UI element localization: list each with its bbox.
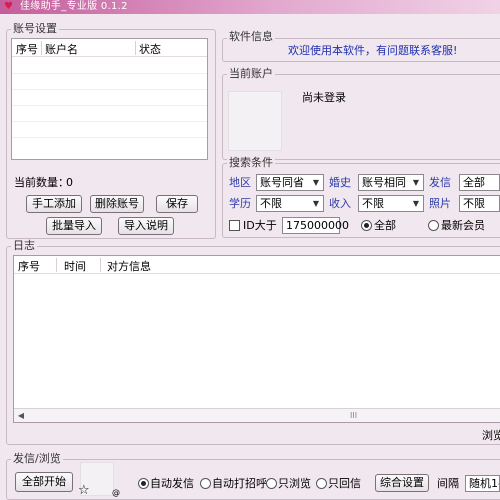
- current-count-value: 0: [66, 176, 73, 189]
- radio-auto-send[interactable]: [138, 478, 149, 489]
- window-title: 佳缘助手_专业版 0.1.2: [20, 1, 128, 12]
- radio-browse-only-label: 只浏览: [278, 477, 311, 490]
- id-filter-checkbox[interactable]: [229, 220, 240, 231]
- education-label: 学历: [229, 197, 251, 210]
- current-count-label: 当前数量：: [14, 176, 69, 189]
- radio-newest-label: 最新会员: [441, 219, 485, 232]
- import-help-button[interactable]: 导入说明: [118, 217, 174, 235]
- title-bar[interactable]: ♥ 佳缘助手_专业版 0.1.2: [0, 0, 500, 14]
- send-label: 发信: [429, 176, 451, 189]
- log-horizontal-scrollbar[interactable]: ◀ III: [14, 408, 500, 422]
- login-status: 尚未登录: [302, 91, 346, 104]
- column-index[interactable]: 序号: [18, 258, 40, 274]
- column-peer-info[interactable]: 对方信息: [107, 258, 151, 274]
- current-account-title: 当前账户: [227, 67, 275, 80]
- radio-auto-greet-label: 自动打招呼: [212, 477, 267, 490]
- account-list[interactable]: 序号 账户名 状态: [11, 38, 208, 160]
- income-select[interactable]: 不限 ▼: [358, 195, 424, 212]
- send-select[interactable]: 全部: [459, 174, 500, 191]
- delete-account-button[interactable]: 删除账号: [90, 195, 144, 213]
- software-info-title: 软件信息: [227, 30, 275, 43]
- column-separator: [135, 41, 136, 55]
- marriage-select[interactable]: 账号相同 ▼: [358, 174, 424, 191]
- radio-all-label: 全部: [374, 219, 396, 232]
- chevron-down-icon[interactable]: ▼: [409, 175, 423, 190]
- interval-label: 间隔: [437, 477, 459, 490]
- interval-value: 随机1-: [469, 477, 500, 490]
- radio-reply-only[interactable]: [316, 478, 327, 489]
- save-button[interactable]: 保存: [156, 195, 198, 213]
- radio-browse-only[interactable]: [266, 478, 277, 489]
- at-icon: @: [112, 488, 120, 497]
- send-value: 全部: [463, 176, 485, 189]
- photo-label: 照片: [429, 197, 451, 210]
- region-select[interactable]: 账号同省 ▼: [256, 174, 324, 191]
- scroll-left-arrow-icon[interactable]: ◀: [14, 409, 28, 422]
- radio-newest-members[interactable]: [428, 220, 439, 231]
- marriage-value: 账号相同: [362, 176, 406, 189]
- chevron-down-icon[interactable]: ▼: [309, 175, 323, 190]
- general-settings-button[interactable]: 综合设置: [375, 474, 429, 492]
- column-time[interactable]: 时间: [64, 258, 86, 274]
- log-title: 日志: [11, 239, 37, 252]
- star-icon[interactable]: ☆: [78, 484, 90, 497]
- region-value: 账号同省: [260, 176, 304, 189]
- row-line: [12, 73, 207, 74]
- search-conditions-title: 搜索条件: [227, 156, 275, 169]
- region-label: 地区: [229, 176, 251, 189]
- education-select[interactable]: 不限 ▼: [256, 195, 324, 212]
- column-separator: [56, 258, 57, 272]
- send-browse-title: 发信/浏览: [11, 452, 63, 465]
- income-label: 收入: [329, 197, 351, 210]
- log-list[interactable]: 序号 时间 对方信息 ◀ III: [13, 255, 500, 423]
- row-line: [12, 105, 207, 106]
- log-right-clipped-text: 浏览: [482, 429, 500, 442]
- column-index[interactable]: 序号: [16, 41, 38, 57]
- radio-all[interactable]: [361, 220, 372, 231]
- education-value: 不限: [260, 197, 282, 210]
- row-line: [12, 121, 207, 122]
- column-separator: [41, 41, 42, 55]
- column-account-name[interactable]: 账户名: [45, 41, 78, 57]
- scroll-thumb[interactable]: III: [350, 411, 357, 420]
- row-line: [12, 89, 207, 90]
- account-settings-title: 账号设置: [11, 22, 59, 35]
- account-list-header: 序号 账户名 状态: [12, 39, 207, 57]
- income-value: 不限: [362, 197, 384, 210]
- radio-reply-only-label: 只回信: [328, 477, 361, 490]
- radio-auto-greet[interactable]: [200, 478, 211, 489]
- interval-select[interactable]: 随机1-: [465, 475, 500, 492]
- chevron-down-icon[interactable]: ▼: [309, 196, 323, 211]
- welcome-message: 欢迎使用本软件，有问题联系客服!: [288, 44, 458, 57]
- photo-value: 不限: [463, 197, 485, 210]
- marriage-label: 婚史: [329, 176, 351, 189]
- column-separator: [100, 258, 101, 272]
- column-status[interactable]: 状态: [139, 41, 161, 57]
- start-all-button[interactable]: 全部开始: [15, 472, 73, 492]
- log-list-header: 序号 时间 对方信息: [14, 256, 500, 274]
- avatar: [228, 91, 282, 151]
- row-line: [12, 137, 207, 138]
- batch-import-button[interactable]: 批量导入: [46, 217, 102, 235]
- radio-auto-send-label: 自动发信: [150, 477, 194, 490]
- id-filter-label: ID大于: [243, 219, 277, 232]
- manual-add-button[interactable]: 手工添加: [26, 195, 82, 213]
- app-heart-icon: ♥: [4, 1, 13, 12]
- id-filter-input[interactable]: 175000000: [282, 217, 349, 234]
- photo-select[interactable]: 不限: [459, 195, 500, 212]
- chevron-down-icon[interactable]: ▼: [409, 196, 423, 211]
